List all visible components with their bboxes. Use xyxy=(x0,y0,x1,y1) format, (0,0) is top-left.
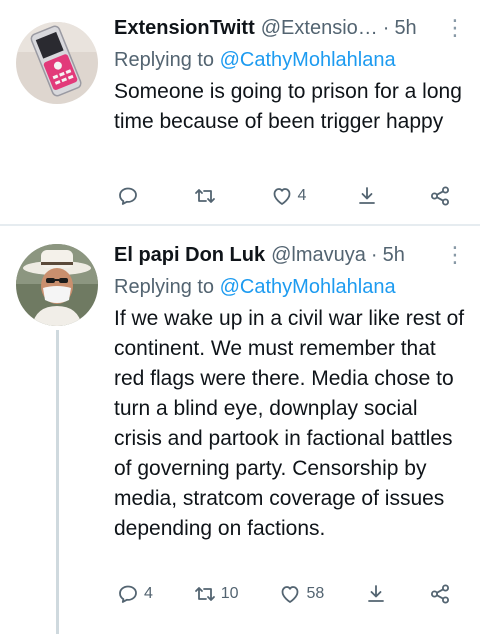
download-button[interactable] xyxy=(364,582,388,606)
heart-icon xyxy=(270,184,294,208)
like-button[interactable]: 58 xyxy=(278,582,324,606)
tweet-content: El papi Don Luk @lmavuya · 5h ⋮ Replying… xyxy=(114,239,466,544)
retweet-icon xyxy=(193,582,217,606)
reply-button[interactable] xyxy=(116,184,144,208)
separator-dot: · xyxy=(370,244,378,266)
avatar[interactable] xyxy=(16,244,98,326)
retweet-count: 10 xyxy=(220,585,239,602)
tweet-card[interactable]: ExtensionTwitt @Extensio… · 5h ⋮ Replyin… xyxy=(0,0,480,225)
display-name[interactable]: ExtensionTwitt xyxy=(114,12,255,44)
timestamp[interactable]: 5h xyxy=(383,239,405,271)
action-bar: 4 xyxy=(116,178,452,214)
like-count: 4 xyxy=(297,187,307,204)
replying-to-label: Replying to xyxy=(114,49,215,71)
thread-connector-line xyxy=(56,330,59,634)
reply-to-link[interactable]: @CathyMohlahlana xyxy=(220,49,396,71)
comment-bubble-icon xyxy=(116,184,140,208)
share-button[interactable] xyxy=(428,184,452,208)
heart-icon xyxy=(278,582,302,606)
like-button[interactable]: 4 xyxy=(270,184,307,208)
action-bar: 4 10 58 xyxy=(116,576,452,612)
tweet-content: ExtensionTwitt @Extensio… · 5h ⋮ Replyin… xyxy=(114,12,466,137)
share-icon xyxy=(428,582,452,606)
replying-to: Replying to @CathyMohlahlana xyxy=(114,44,466,76)
reply-button[interactable]: 4 xyxy=(116,582,153,606)
download-icon xyxy=(364,582,388,606)
tweet-card[interactable]: El papi Don Luk @lmavuya · 5h ⋮ Replying… xyxy=(0,226,480,634)
replying-to: Replying to @CathyMohlahlana xyxy=(114,271,466,303)
user-handle[interactable]: @lmavuya xyxy=(271,239,366,271)
chevron-down-icon[interactable]: ⋮ xyxy=(444,12,466,44)
separator-dot: · xyxy=(382,17,390,39)
reply-count: 4 xyxy=(144,585,153,602)
tweet-header: ExtensionTwitt @Extensio… · 5h xyxy=(114,12,466,44)
replying-to-label: Replying to xyxy=(114,276,215,298)
tweet-text: If we wake up in a civil war like rest o… xyxy=(114,307,465,540)
comment-bubble-icon xyxy=(116,582,140,606)
user-handle[interactable]: @Extensio… xyxy=(261,12,378,44)
tweet-header: El papi Don Luk @lmavuya · 5h xyxy=(114,239,466,271)
reply-to-link[interactable]: @CathyMohlahlana xyxy=(220,276,396,298)
download-icon xyxy=(355,184,379,208)
retweet-button[interactable]: 10 xyxy=(193,582,239,606)
like-count: 58 xyxy=(306,585,325,602)
share-button[interactable] xyxy=(428,582,452,606)
retweet-button[interactable] xyxy=(193,184,221,208)
timestamp[interactable]: 5h xyxy=(394,12,416,44)
display-name[interactable]: El papi Don Luk xyxy=(114,239,265,271)
share-icon xyxy=(428,184,452,208)
avatar[interactable] xyxy=(16,22,98,104)
download-button[interactable] xyxy=(355,184,379,208)
chevron-down-icon[interactable]: ⋮ xyxy=(444,239,466,271)
tweet-text: Someone is going to prison for a long ti… xyxy=(114,80,462,133)
retweet-icon xyxy=(193,184,217,208)
